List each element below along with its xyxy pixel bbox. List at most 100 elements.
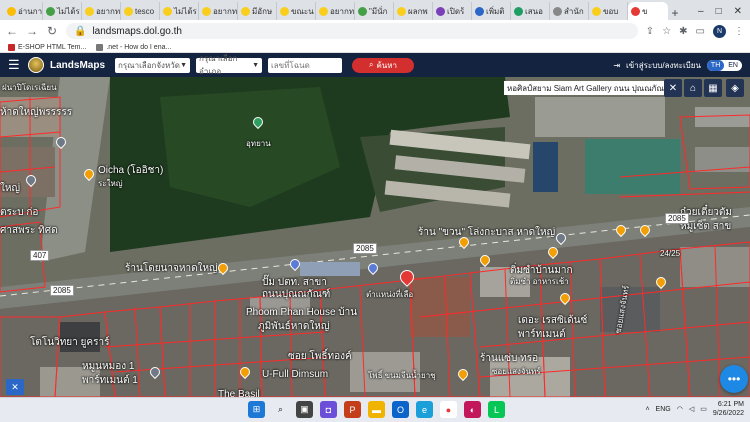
login-link[interactable]: เข้าสู่ระบบ/ลงทะเบียน [626, 59, 701, 72]
park-pin-icon[interactable] [250, 114, 266, 130]
more-options-button[interactable]: ••• [720, 365, 748, 393]
windows-taskbar: ⊞ ⌕ ▣ ◘ P ▬ O e ● ◐ L ˄ ENG ◠ ◁ ▭ 6:21 P… [0, 397, 750, 422]
browser-tab[interactable]: ผลกพ [394, 2, 433, 20]
grid-icon[interactable]: ▦ [704, 79, 722, 97]
profile-avatar[interactable]: N [713, 24, 726, 38]
food-pin-icon[interactable] [81, 166, 97, 182]
browser-tab[interactable]: อยากท [316, 2, 355, 20]
powerpoint-icon[interactable]: P [344, 401, 361, 418]
chevron-up-icon[interactable]: ˄ [645, 406, 649, 413]
task-view-icon[interactable]: ▣ [296, 401, 313, 418]
browser-tab[interactable]: ข [628, 2, 668, 20]
browser-tab[interactable]: ขณะน [277, 2, 316, 20]
selected-location-pin-icon[interactable] [397, 267, 417, 287]
tab-favicon-icon [514, 6, 523, 16]
map-label: ห้าดใหญ่พรรรรร [0, 107, 73, 118]
address-bar[interactable]: 🔒 landsmaps.dol.go.th [66, 23, 638, 39]
chrome-icon[interactable]: ● [440, 401, 457, 418]
wifi-icon[interactable]: ◠ [677, 405, 683, 413]
bookmark-star-icon[interactable]: ☆ [662, 26, 671, 37]
page-icon [96, 43, 104, 51]
home-icon[interactable]: ⌂ [684, 79, 702, 97]
district-select[interactable]: กรุณาเลือกอำเภอ ▼ [196, 54, 263, 76]
gas-station-pin-icon[interactable] [287, 256, 303, 272]
speaker-icon[interactable]: ◁ [689, 405, 694, 413]
map-label: ติ่มซำ อาหารเช้า [510, 277, 569, 286]
windows-start-icon[interactable]: ⊞ [248, 401, 265, 418]
place-pin-icon[interactable] [53, 134, 69, 150]
province-select[interactable]: กรุณาเลือกจังหวัด ▼ [115, 57, 191, 73]
browser-tab[interactable]: เพิ่มติ [472, 2, 511, 20]
back-icon[interactable]: ← [6, 24, 18, 38]
map-label: ใหญ่ [0, 183, 20, 194]
lang-th-button[interactable]: TH [706, 59, 725, 71]
browser-tab[interactable]: "มีนั่ก [355, 2, 394, 20]
reload-icon[interactable]: ↻ [46, 24, 58, 38]
parcel-number-input[interactable] [268, 57, 343, 73]
sidebar-icon[interactable]: ▭ [696, 26, 705, 37]
bookmarks-bar: E-SHOP HTML Tem... .net - How do I ena..… [0, 42, 750, 53]
tools-icon[interactable]: ✕ [6, 379, 24, 395]
bookmark-item[interactable]: .net - How do I ena... [96, 43, 171, 51]
food-pin-icon[interactable] [653, 274, 669, 290]
food-pin-icon[interactable] [477, 252, 493, 268]
url-text: landsmaps.dol.go.th [92, 25, 182, 37]
food-pin-icon[interactable] [557, 290, 573, 306]
tab-label: อยากท [96, 6, 121, 16]
browser-tab[interactable]: tesco [121, 2, 160, 20]
layers-icon[interactable]: ◈ [726, 79, 744, 97]
tab-favicon-icon [7, 6, 16, 16]
food-pin-icon[interactable] [613, 222, 629, 238]
food-pin-icon[interactable] [637, 222, 653, 238]
forward-icon[interactable]: → [26, 24, 38, 38]
tray-lang[interactable]: ENG [656, 406, 671, 413]
search-button[interactable]: ⌕ ค้นหา [352, 57, 415, 73]
browser-tab[interactable]: เสนอ [511, 2, 550, 20]
browser-tab[interactable]: เปิดร้ [433, 2, 472, 20]
close-window-button[interactable]: ✕ [734, 6, 742, 17]
chat-icon[interactable]: ◘ [320, 401, 337, 418]
place-pin-icon[interactable] [553, 230, 569, 246]
system-clock[interactable]: 6:21 PM 9/26/2022 [713, 400, 744, 418]
app-icon[interactable]: ◐ [464, 401, 481, 418]
new-tab-button[interactable]: + [668, 6, 682, 20]
tab-favicon-icon [163, 6, 172, 16]
place-pin-icon[interactable] [147, 364, 163, 380]
close-tooltip-button[interactable]: ✕ [664, 79, 682, 97]
minimize-button[interactable]: – [698, 6, 704, 17]
share-icon[interactable]: ⇪ [646, 26, 654, 37]
bookmark-item[interactable]: E-SHOP HTML Tem... [8, 43, 86, 51]
map-view[interactable]: ฝนาปิโดเรเฉียน ห้าดใหญ่พรรรรร Oicha (โออ… [0, 77, 750, 397]
browser-tab[interactable]: อ่านกา [4, 2, 43, 20]
place-pin-icon[interactable] [23, 172, 39, 188]
map-label: U-Full Dimsum [262, 369, 329, 380]
food-pin-icon[interactable] [456, 234, 472, 250]
tab-favicon-icon [241, 6, 250, 16]
menu-icon[interactable]: ⋮ [734, 26, 744, 37]
battery-icon[interactable]: ▭ [700, 405, 707, 413]
food-pin-icon[interactable] [237, 364, 253, 380]
line-icon[interactable]: L [488, 401, 505, 418]
browser-tab[interactable]: อยากท [199, 2, 238, 20]
search-icon[interactable]: ⌕ [272, 401, 289, 418]
browser-tab[interactable]: ขอบ [589, 2, 628, 20]
food-pin-icon[interactable] [215, 260, 231, 276]
hamburger-menu-icon[interactable]: ☰ [8, 57, 22, 73]
browser-tab[interactable]: สำนัก [550, 2, 589, 20]
food-pin-icon[interactable] [545, 244, 561, 260]
map-label: ร้านแซ่บ ทรอ [480, 353, 539, 364]
edge-icon[interactable]: e [416, 401, 433, 418]
lang-en-button[interactable]: EN [724, 60, 742, 71]
food-pin-icon[interactable] [455, 366, 471, 382]
tab-favicon-icon [46, 6, 55, 16]
extensions-icon[interactable]: ✱ [679, 26, 687, 37]
browser-tab[interactable]: ไม่ได้ร [160, 2, 199, 20]
browser-tab[interactable]: มีอักษ [238, 2, 277, 20]
outlook-icon[interactable]: O [392, 401, 409, 418]
file-explorer-icon[interactable]: ▬ [368, 401, 385, 418]
road-number: 407 [30, 250, 50, 261]
maximize-button[interactable]: □ [716, 6, 722, 17]
browser-tab[interactable]: อยากท [82, 2, 121, 20]
browser-tab[interactable]: ไม่ได้ร [43, 2, 82, 20]
shop-pin-icon[interactable] [365, 260, 381, 276]
